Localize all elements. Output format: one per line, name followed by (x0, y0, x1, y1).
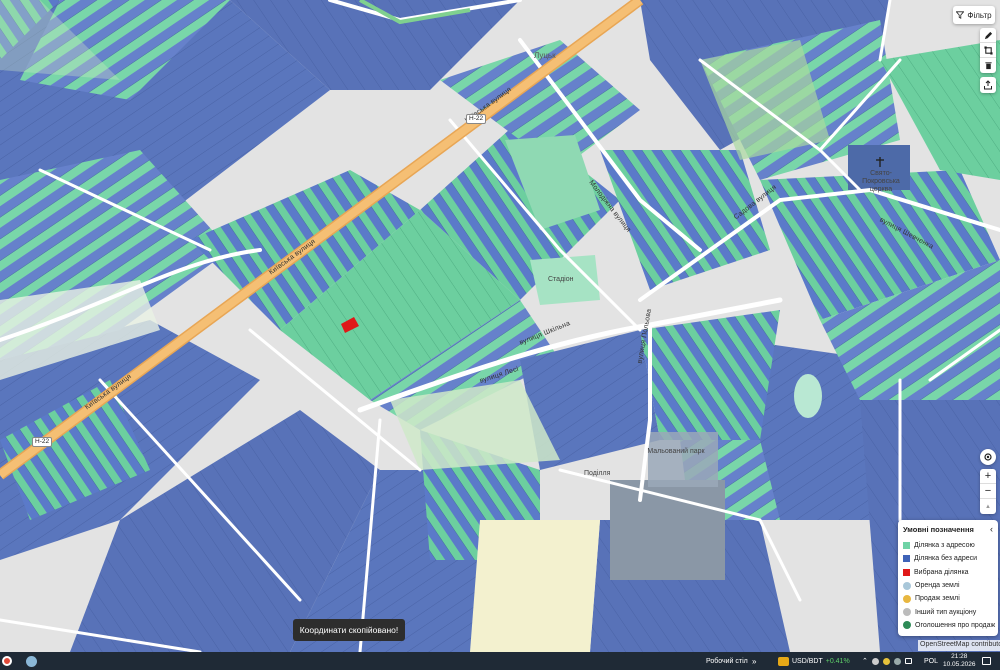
draw-rectangle-button[interactable] (980, 43, 996, 58)
legend-item: Ділянка з адресою (903, 539, 993, 552)
clock-date: 10.05.2026 (943, 661, 976, 668)
start-button[interactable] (2, 652, 12, 670)
legend-item: Інший тип аукціону (903, 605, 993, 618)
legend-item: Вибрана ділянка (903, 566, 993, 579)
taskbar-app[interactable] (26, 652, 37, 670)
toast-message: Координати скопійовано! (293, 619, 405, 641)
language-indicator[interactable]: POL (924, 652, 938, 670)
legend-marker-icon (903, 621, 911, 630)
industrial-area (610, 480, 725, 580)
legend-panel: Умовні позначення ‹ Ділянка з адресою Діл… (898, 520, 998, 636)
export-button[interactable] (980, 77, 996, 93)
pencil-icon (984, 31, 992, 39)
windows-icon (2, 656, 12, 666)
trash-icon (984, 62, 992, 70)
legend-swatch (903, 555, 910, 563)
stadium-label: Стадіон (548, 276, 574, 283)
legend-item: Продаж землі (903, 592, 993, 605)
chevron-left-icon[interactable]: ‹ (990, 524, 993, 534)
draw-line-button[interactable] (980, 28, 996, 43)
legend-item: Ділянка без адреси (903, 552, 993, 565)
desktop-label[interactable]: Робочий стіл (706, 652, 748, 670)
legend-label: Вибрана ділянка (914, 568, 969, 576)
export-icon (984, 80, 992, 90)
filter-icon (956, 11, 965, 19)
locate-icon (984, 453, 992, 461)
legend-marker-icon (903, 594, 911, 603)
zoom-controls: + − ▲ (980, 469, 996, 514)
town-label: Луцьк (534, 51, 556, 60)
legend-title: Умовні позначення (903, 524, 974, 534)
church-label: Свято-Покровська церква (862, 170, 900, 193)
notification-icon (982, 657, 991, 665)
delete-button[interactable] (980, 58, 996, 73)
legend-marker-icon (903, 581, 911, 590)
tray-app-icon (893, 657, 901, 665)
map-canvas[interactable]: Київська вулиця Київська вулиця Київська… (0, 0, 1000, 652)
tray-icons[interactable]: ⌃ (862, 652, 912, 670)
notifications-button[interactable] (982, 652, 991, 670)
tray-app-icon (871, 657, 879, 665)
area-label: Мальований парк (647, 448, 705, 455)
route-shield: H-22 (32, 437, 53, 447)
filter-button[interactable]: Фільтр (953, 6, 995, 24)
network-icon (904, 658, 912, 664)
legend-label: Оголошення про продаж (915, 621, 996, 629)
legend-label: Продаж землі (915, 595, 960, 603)
legend-item: Оголошення про продаж (903, 619, 996, 632)
ticker-widget[interactable]: USD/BDT +0.41% (778, 652, 850, 670)
legend-marker-icon (903, 608, 911, 617)
legend-item: Оренда землі (903, 579, 993, 592)
field-area (470, 520, 600, 652)
ticker-name: USD/BDT (792, 657, 823, 665)
taskbar: Робочий стіл » USD/BDT +0.41% ⌃ POL 21:2… (0, 652, 1000, 670)
clock[interactable]: 21:28 10.05.2026 (943, 652, 976, 670)
zoom-out-button[interactable]: − (980, 484, 996, 499)
map-attribution[interactable]: OpenStreetMap contributors (918, 640, 1000, 651)
square-icon (983, 45, 993, 55)
route-shield: H-22 (466, 114, 487, 124)
tray-app-icon (882, 657, 890, 665)
clock-time: 21:28 (951, 653, 968, 660)
ticker-icon (778, 656, 789, 666)
legend-label: Ділянка з адресою (914, 542, 975, 550)
pond (794, 374, 822, 418)
app-icon (26, 655, 37, 667)
legend-label: Оренда землі (915, 582, 960, 590)
legend-label: Ділянка без адреси (914, 555, 978, 563)
zoom-in-button[interactable]: + (980, 469, 996, 484)
locate-button[interactable] (980, 449, 996, 465)
ticker-change: +0.41% (825, 657, 850, 665)
chevron-icon[interactable]: » (752, 652, 756, 670)
filter-label: Фільтр (967, 10, 992, 20)
legend-swatch (903, 542, 910, 550)
compass-button[interactable]: ▲ (980, 499, 996, 514)
legend-swatch (903, 568, 910, 576)
legend-label: Інший тип аукціону (915, 608, 977, 616)
area-label: Поділля (584, 470, 611, 477)
tray-up-icon: ⌃ (862, 658, 868, 665)
draw-toolbar (980, 28, 996, 73)
